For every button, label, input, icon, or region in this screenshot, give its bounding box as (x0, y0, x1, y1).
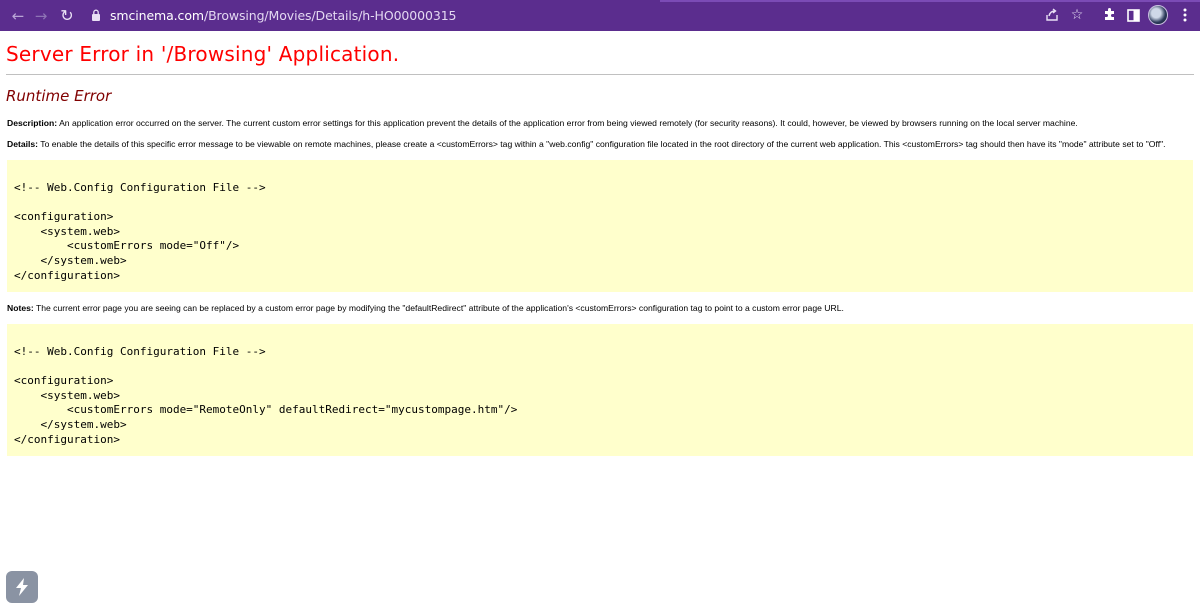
floating-app-icon[interactable] (6, 571, 38, 603)
url-path: /Browsing/Movies/Details/h-HO00000315 (203, 8, 457, 23)
details-label: Details: (7, 139, 39, 149)
code-custom-page-text: <!-- Web.Config Configuration File --> <… (14, 345, 518, 446)
more-menu-icon[interactable] (1176, 6, 1194, 24)
browser-toolbar: ← → ↻ smcinema.com/Browsing/Movies/Detai… (0, 0, 1200, 31)
page-title: Server Error in '/Browsing' Application. (6, 42, 400, 66)
arrow-left-icon[interactable]: ← (7, 5, 29, 27)
reload-icon[interactable]: ↻ (56, 4, 78, 26)
lock-icon[interactable] (91, 9, 101, 21)
share-icon[interactable] (1043, 6, 1061, 24)
error-subtitle: Runtime Error (6, 87, 112, 105)
notes-label: Notes: (7, 303, 34, 313)
page-content: Server Error in '/Browsing' Application.… (0, 31, 1200, 608)
description-text: An application error occurred on the ser… (59, 118, 1078, 128)
lightning-icon (16, 578, 28, 596)
extensions-icon[interactable] (1100, 6, 1118, 24)
code-block-custom-page: <!-- Web.Config Configuration File --> <… (7, 324, 1193, 456)
details-paragraph: Details: To enable the details of this s… (7, 139, 1197, 149)
url-domain: smcinema.com (110, 8, 204, 23)
notes-text: The current error page you are seeing ca… (35, 303, 844, 313)
address-bar[interactable]: smcinema.com/Browsing/Movies/Details/h-H… (110, 8, 457, 23)
star-icon[interactable]: ☆ (1068, 6, 1086, 24)
toolbar-accent (660, 0, 1200, 2)
notes-paragraph: Notes: The current error page you are se… (7, 303, 1197, 313)
code-block-config: <!-- Web.Config Configuration File --> <… (7, 160, 1193, 292)
side-panel-icon[interactable] (1124, 6, 1142, 24)
code-config-text: <!-- Web.Config Configuration File --> <… (14, 181, 266, 282)
profile-avatar[interactable] (1148, 5, 1168, 25)
description-label: Description: (7, 118, 58, 128)
divider (6, 74, 1194, 75)
arrow-right-icon[interactable]: → (30, 5, 52, 27)
details-text: To enable the details of this specific e… (40, 139, 1166, 149)
description-paragraph: Description: An application error occurr… (7, 118, 1197, 128)
